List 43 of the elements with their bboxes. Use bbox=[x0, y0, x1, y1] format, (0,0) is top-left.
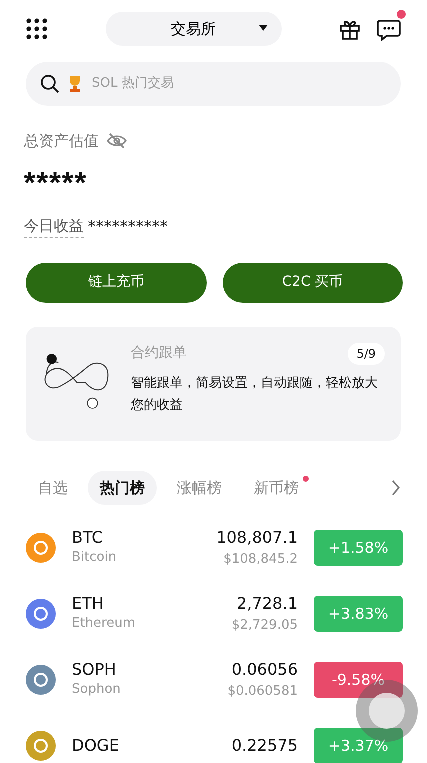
trophy-icon bbox=[68, 75, 82, 93]
coin-price: 2,728.1 bbox=[236, 593, 298, 616]
market-tab[interactable]: 热门榜 bbox=[88, 470, 157, 505]
change-badge[interactable]: +3.83% bbox=[314, 596, 403, 632]
coin-symbol: DOGE bbox=[72, 736, 120, 756]
today-pnl-value: ********** bbox=[88, 216, 168, 238]
chat-icon[interactable] bbox=[377, 18, 401, 41]
coin-name: Ethereum bbox=[72, 615, 137, 634]
search-bar[interactable]: SOL 热门交易 bbox=[26, 62, 401, 106]
action-button[interactable]: 链上充币 bbox=[26, 262, 206, 302]
market-tab[interactable]: 涨幅榜 bbox=[165, 470, 234, 505]
change-badge[interactable]: +1.58% bbox=[314, 530, 403, 566]
coin-price: 0.06056 bbox=[230, 659, 298, 682]
coin-symbol: SOPH bbox=[72, 660, 118, 680]
today-pnl-label: 今日收益 bbox=[24, 214, 84, 238]
asset-value: ***** bbox=[24, 168, 88, 198]
change-badge[interactable]: -9.58% bbox=[314, 662, 403, 698]
coin-name: Sophon bbox=[72, 681, 122, 700]
action-button[interactable]: C2C 买币 bbox=[222, 262, 403, 302]
market-tab[interactable]: 新币榜 bbox=[242, 470, 311, 505]
gift-icon[interactable] bbox=[339, 18, 361, 40]
promo-card[interactable]: 合约跟单 5/9 智能跟单，简易设置，自动跟随，轻松放大您的收益 bbox=[26, 326, 401, 440]
caret-icon bbox=[258, 25, 268, 31]
menu-icon[interactable] bbox=[26, 18, 48, 40]
chevron-right-icon[interactable] bbox=[391, 480, 401, 496]
usd-price: $0.060581 bbox=[228, 683, 298, 702]
exchange-dropdown[interactable]: 交易所 bbox=[106, 12, 282, 46]
coin-name: Bitcoin bbox=[72, 549, 118, 568]
market-tab[interactable]: 自选 bbox=[26, 470, 80, 505]
coin-price: 108,807.1 bbox=[216, 527, 298, 550]
coin-price: 0.22575 bbox=[232, 735, 298, 757]
promo-title: 合约跟单 bbox=[130, 344, 187, 363]
change-badge[interactable]: +3.37% bbox=[314, 728, 403, 763]
asset-label: 总资产估值 bbox=[24, 131, 99, 152]
promo-text: 智能跟单，简易设置，自动跟随，轻松放大您的收益 bbox=[130, 374, 379, 414]
search-field[interactable]: SOL 热门交易 bbox=[90, 73, 290, 95]
eye-hidden-icon[interactable] bbox=[107, 133, 127, 150]
usd-price: $2,729.05 bbox=[232, 617, 298, 636]
search-icon bbox=[40, 74, 60, 94]
coin-symbol: BTC bbox=[72, 528, 104, 548]
coin-symbol: ETH bbox=[72, 594, 105, 614]
page-counter: 5/9 bbox=[348, 342, 385, 364]
usd-price: $108,845.2 bbox=[222, 551, 298, 570]
